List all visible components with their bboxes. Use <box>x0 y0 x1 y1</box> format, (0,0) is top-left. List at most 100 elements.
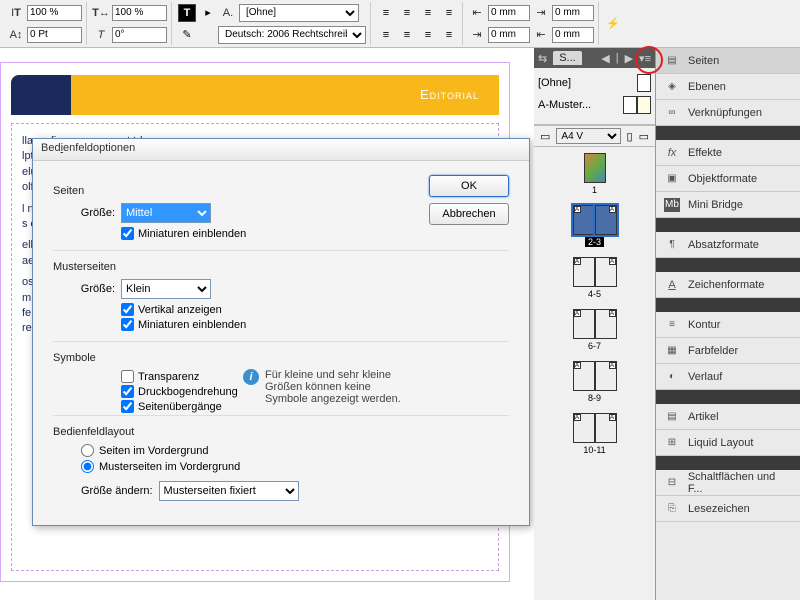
info-note: i Für kleine und sehr kleine Größen könn… <box>243 369 403 405</box>
right-dock: ⇆ S... ◀ | ▶ ▾≡ [Ohne] A-Muster... ▭ A4 … <box>534 48 800 600</box>
masters-list: [Ohne] A-Muster... <box>534 68 655 125</box>
panel-tabs: ⇆ S... ◀ | ▶ ▾≡ <box>534 48 655 68</box>
first-line-input[interactable] <box>552 5 594 21</box>
vertical-scale-icon: IT <box>8 5 24 21</box>
master-none-row[interactable]: [Ohne] <box>538 74 651 92</box>
master-a-row[interactable]: A-Muster... <box>538 96 651 114</box>
panel-stroke[interactable]: ≡Kontur <box>656 312 800 338</box>
ok-button[interactable]: OK <box>429 175 509 197</box>
panel-gradient[interactable]: ◐Verlauf <box>656 364 800 390</box>
links-icon: ∞ <box>664 106 680 120</box>
dialog-title: Bedienfeldoptionen <box>33 139 529 161</box>
thumb-page-1[interactable]: 1 <box>584 153 606 195</box>
master-spread-icon <box>623 96 651 114</box>
bookmarks-icon: ⎘ <box>664 502 680 516</box>
swatches-icon: ▦ <box>664 344 680 358</box>
justify-last-right-icon[interactable]: ≡ <box>419 26 437 44</box>
small-triangle-icon[interactable]: ▸ <box>199 4 217 22</box>
panel-bookmarks[interactable]: ⎘Lesezeichen <box>656 496 800 522</box>
thumb-spread-2-3[interactable]: AA 2-3 <box>573 205 617 247</box>
masters-foreground-radio[interactable]: Musterseiten im Vordergrund <box>81 460 509 473</box>
char-style-select[interactable]: [Ohne] <box>239 4 359 22</box>
align-justify-icon[interactable]: ≡ <box>440 4 458 22</box>
panel-pages[interactable]: ▤Seiten <box>656 48 800 74</box>
lightning-icon[interactable]: ⚡ <box>605 16 621 32</box>
pages-icon: ▤ <box>664 54 680 68</box>
pages-size-select[interactable]: Mittel <box>121 203 211 223</box>
align-right-icon[interactable]: ≡ <box>419 4 437 22</box>
pages-tab[interactable]: S... <box>553 51 582 65</box>
thumb-spread-8-9[interactable]: AA 8-9 <box>573 361 617 403</box>
panel-paragraph-styles[interactable]: ¶Absatzformate <box>656 232 800 258</box>
last-line-input[interactable] <box>552 27 594 43</box>
panel-swatches[interactable]: ▦Farbfelder <box>656 338 800 364</box>
justify-last-center-icon[interactable]: ≡ <box>398 26 416 44</box>
baseline-shift-input[interactable] <box>27 27 82 43</box>
panel-dock: ▤Seiten ◈Ebenen ∞Verknüpfungen fxEffekte… <box>656 48 800 600</box>
char-styles-icon: A <box>664 278 680 292</box>
page-size-select[interactable]: A4 V <box>556 128 620 144</box>
articles-icon: ▤ <box>664 410 680 424</box>
panel-liquid-layout[interactable]: ⊞Liquid Layout <box>656 430 800 456</box>
section-symbols: Symbole <box>53 352 509 364</box>
indent-right-input[interactable] <box>488 27 530 43</box>
thumb-spread-6-7[interactable]: AA 6-7 <box>573 309 617 351</box>
size-label: Größe: <box>65 283 115 295</box>
panel-layers[interactable]: ◈Ebenen <box>656 74 800 100</box>
thumb-spread-10-11[interactable]: AA 10-11 <box>573 413 617 455</box>
eyedropper-icon[interactable]: ✎ <box>178 26 196 44</box>
panel-mini-bridge[interactable]: MbMini Bridge <box>656 192 800 218</box>
show-thumbnails2-checkbox[interactable]: Miniaturen einblenden <box>121 318 509 331</box>
align-center-icon[interactable]: ≡ <box>398 4 416 22</box>
char-fill-icon[interactable]: T <box>178 4 196 22</box>
pages-foreground-radio[interactable]: Seiten im Vordergrund <box>81 444 509 457</box>
horizontal-scale-input[interactable] <box>112 5 167 21</box>
resize-label: Größe ändern: <box>81 485 153 497</box>
object-styles-icon: ▣ <box>664 172 680 186</box>
skew-input[interactable] <box>112 27 167 43</box>
panel-character-styles[interactable]: AZeichenformate <box>656 272 800 298</box>
orientation-landscape-icon[interactable]: ▭ <box>639 130 649 143</box>
show-vertical-checkbox[interactable]: Vertikal anzeigen <box>121 303 509 316</box>
masters-size-select[interactable]: Klein <box>121 279 211 299</box>
cancel-button[interactable]: Abbrechen <box>429 203 509 225</box>
align-left-icon[interactable]: ≡ <box>377 4 395 22</box>
justify-all-icon[interactable]: ≡ <box>440 26 458 44</box>
panel-nav-next-icon[interactable]: ▶ <box>625 52 633 65</box>
panel-links[interactable]: ∞Verknüpfungen <box>656 100 800 126</box>
thumb-spread-4-5[interactable]: AA 4-5 <box>573 257 617 299</box>
panel-articles[interactable]: ▤Artikel <box>656 404 800 430</box>
master-icon <box>637 74 651 92</box>
baseline-shift-icon: A↕ <box>8 27 24 43</box>
panel-menu-icon[interactable]: ▾≡ <box>639 52 651 65</box>
orientation-portrait-icon[interactable]: ▯ <box>627 130 633 143</box>
show-thumbnails-checkbox[interactable]: Miniaturen einblenden <box>121 227 509 240</box>
resize-select[interactable]: Musterseiten fixiert <box>159 481 299 501</box>
indent-left-input[interactable] <box>488 5 530 21</box>
skew-icon: T <box>93 27 109 43</box>
char-style-label-icon: A. <box>220 5 236 21</box>
indent-right-icon: ⇥ <box>469 27 485 43</box>
fx-icon: fx <box>664 146 680 160</box>
gradient-icon: ◐ <box>664 370 680 384</box>
collapse-icon[interactable]: ⇆ <box>538 52 547 65</box>
info-icon: i <box>243 369 259 385</box>
panel-options-dialog: Bedienfeldoptionen OK Abbrechen Seiten G… <box>32 138 530 526</box>
pages-panel: ⇆ S... ◀ | ▶ ▾≡ [Ohne] A-Muster... ▭ A4 … <box>534 48 656 600</box>
panel-effects[interactable]: fxEffekte <box>656 140 800 166</box>
panel-buttons-forms[interactable]: ⊟Schaltflächen und F... <box>656 470 800 496</box>
vertical-scale-input[interactable] <box>27 5 82 21</box>
horizontal-scale-icon: T↔ <box>93 5 109 21</box>
page-header-accent <box>11 75 71 115</box>
panel-nav-prev-icon[interactable]: ◀ <box>601 52 609 65</box>
liquid-layout-icon: ⊞ <box>664 436 680 450</box>
language-select[interactable]: Deutsch: 2006 Rechtschreib <box>218 26 366 44</box>
panel-nav-sep: | <box>616 52 619 64</box>
justify-last-left-icon[interactable]: ≡ <box>377 26 395 44</box>
page-thumbnails[interactable]: 1 AA 2-3 AA 4-5 AA 6-7 AA 8-9 AA 10-11 <box>534 147 655 600</box>
stroke-icon: ≡ <box>664 318 680 332</box>
panel-object-styles[interactable]: ▣Objektformate <box>656 166 800 192</box>
layers-icon: ◈ <box>664 80 680 94</box>
last-line-indent-icon: ⇤ <box>533 27 549 43</box>
editorial-heading: Editorial <box>420 87 479 102</box>
